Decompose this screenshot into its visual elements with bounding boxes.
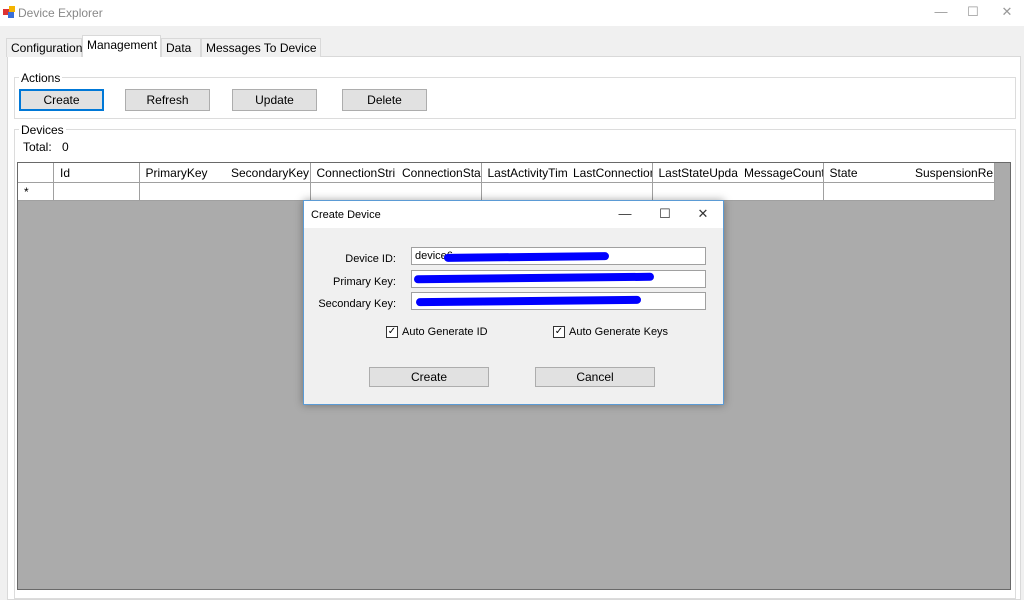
- column-header[interactable]: ConnectionStat: [396, 163, 482, 183]
- column-header[interactable]: LastStateUpda: [652, 163, 739, 183]
- primary-key-label: Primary Key:: [333, 276, 396, 288]
- column-header[interactable]: MessageCount: [738, 163, 824, 183]
- app-icon: [3, 6, 15, 18]
- tab-data[interactable]: Data: [161, 38, 201, 57]
- auto-generate-id-checkbox[interactable]: ✓ Auto Generate ID: [386, 326, 488, 338]
- update-button[interactable]: Update: [232, 89, 317, 111]
- checkmark-icon: ✓: [553, 326, 565, 338]
- minimize-icon[interactable]: —: [926, 4, 956, 19]
- create-button[interactable]: Create: [19, 89, 104, 111]
- column-header[interactable]: LastActivityTim: [481, 163, 568, 183]
- close-icon[interactable]: ✕: [992, 4, 1022, 20]
- total-value: 0: [62, 140, 69, 154]
- column-header[interactable]: Id: [54, 163, 140, 183]
- checkmark-icon: ✓: [386, 326, 398, 338]
- new-row-cell[interactable]: [310, 183, 397, 201]
- delete-button[interactable]: Delete: [342, 89, 427, 111]
- new-row-header[interactable]: *: [18, 183, 54, 201]
- dialog-create-button[interactable]: Create: [369, 367, 489, 387]
- refresh-button[interactable]: Refresh: [125, 89, 210, 111]
- new-row-cell[interactable]: [738, 183, 824, 201]
- actions-group-label: Actions: [19, 71, 63, 85]
- column-header[interactable]: SecondaryKey: [225, 163, 311, 183]
- new-row-cell[interactable]: [396, 183, 482, 201]
- auto-generate-keys-label: Auto Generate Keys: [569, 326, 669, 338]
- window-title: Device Explorer: [18, 6, 103, 20]
- auto-generate-id-label: Auto Generate ID: [402, 326, 488, 338]
- maximize-icon[interactable]: ☐: [958, 4, 988, 20]
- devices-group-label: Devices: [19, 123, 66, 137]
- new-row-cell[interactable]: [225, 183, 311, 201]
- dialog-title: Create Device: [311, 209, 381, 221]
- total-label: Total:: [23, 140, 52, 154]
- redaction-scribble: [443, 252, 610, 262]
- column-header[interactable]: SuspensionRe: [909, 163, 995, 183]
- new-row-cell[interactable]: [481, 183, 568, 201]
- dialog-title-bar: Create Device — ☐ ✕: [304, 201, 723, 228]
- new-row-cell[interactable]: [652, 183, 739, 201]
- secondary-key-label: Secondary Key:: [318, 298, 396, 310]
- dialog-cancel-button[interactable]: Cancel: [535, 367, 655, 387]
- tab-management[interactable]: Management: [82, 35, 161, 57]
- create-device-dialog: Create Device — ☐ ✕ Device ID: device6 P…: [303, 200, 724, 405]
- new-row-cell[interactable]: [54, 183, 140, 201]
- dialog-maximize-icon[interactable]: ☐: [655, 206, 675, 222]
- row-header-corner: [18, 163, 54, 183]
- column-header[interactable]: PrimaryKey: [139, 163, 226, 183]
- dialog-minimize-icon[interactable]: —: [615, 206, 635, 221]
- new-row-cell[interactable]: [139, 183, 226, 201]
- new-row-cell[interactable]: [909, 183, 995, 201]
- dialog-close-icon[interactable]: ✕: [693, 206, 713, 222]
- column-header[interactable]: LastConnection: [567, 163, 653, 183]
- tab-configuration[interactable]: Configuration: [6, 38, 82, 57]
- title-bar: Device Explorer — ☐ ✕: [0, 0, 1024, 26]
- column-header[interactable]: State: [823, 163, 910, 183]
- column-header[interactable]: ConnectionStrir: [310, 163, 397, 183]
- new-row-cell[interactable]: [567, 183, 653, 201]
- auto-generate-keys-checkbox[interactable]: ✓ Auto Generate Keys: [553, 326, 668, 338]
- device-id-label: Device ID:: [345, 253, 396, 265]
- new-row-cell[interactable]: [823, 183, 910, 201]
- tab-messages-to-device[interactable]: Messages To Device: [201, 38, 321, 57]
